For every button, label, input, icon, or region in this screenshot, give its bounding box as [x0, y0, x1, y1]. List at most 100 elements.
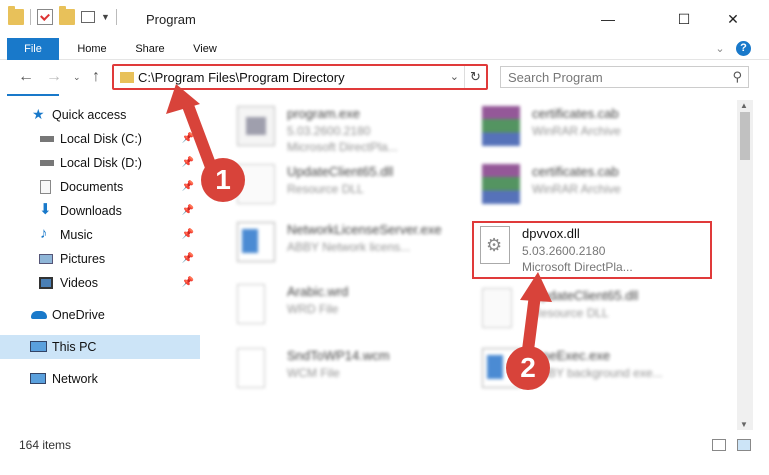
winrar-icon: [482, 106, 520, 146]
file-tile[interactable]: SndToWP14.wcm WCM File: [217, 342, 462, 400]
tab-view[interactable]: View: [182, 38, 228, 60]
back-arrow-icon[interactable]: ←: [18, 68, 34, 86]
file-detail: WCM File: [287, 366, 340, 380]
close-button[interactable]: ✕: [710, 0, 756, 38]
sidebar-item-documents[interactable]: Documents 📌: [0, 175, 200, 199]
download-icon: ⬇: [39, 201, 52, 218]
sidebar-item-label: Local Disk (C:): [60, 132, 142, 146]
sidebar-item-label: OneDrive: [52, 308, 105, 322]
blank-file-icon: [237, 348, 265, 388]
file-name: program.exe: [287, 106, 360, 121]
scroll-thumb[interactable]: [740, 112, 750, 160]
file-tile[interactable]: program.exe 5.03.2600.2180 Microsoft Dir…: [217, 100, 462, 158]
item-count: 164 items: [19, 438, 72, 452]
sidebar-item-downloads[interactable]: ⬇ Downloads 📌: [0, 199, 200, 223]
ribbon-collapse-icon[interactable]: ⌄: [712, 38, 728, 60]
sidebar-item-label: Music: [60, 228, 93, 242]
scroll-up-icon[interactable]: ▲: [740, 101, 748, 110]
file-tile[interactable]: UpdateClient65.dll Resource DLL: [217, 158, 462, 216]
customize-qat-icon[interactable]: [81, 11, 95, 23]
vertical-scrollbar[interactable]: ▲ ▼: [737, 100, 753, 430]
file-tile[interactable]: NetworkLicenseServer.exe ABBY Network li…: [217, 216, 462, 274]
sidebar-item-music[interactable]: ♪ Music 📌: [0, 223, 200, 247]
file-tile[interactable]: Arabic.wrd WRD File: [217, 278, 462, 336]
drive-icon: [40, 160, 54, 166]
refresh-button[interactable]: ↻: [464, 66, 486, 88]
file-name: UpdateClient65.dll: [532, 288, 639, 303]
scroll-down-icon[interactable]: ▼: [740, 420, 748, 429]
file-name: certificates.cab: [532, 164, 619, 179]
blank-file-icon: [237, 284, 265, 324]
pin-icon[interactable]: 📌: [182, 223, 194, 247]
star-icon: ★: [32, 106, 45, 122]
navigation-pane: ★ Quick access Local Disk (C:) 📌 Local D…: [0, 100, 200, 430]
file-detail: 5.03.2600.2180: [287, 124, 371, 138]
sidebar-item-local-disk-c[interactable]: Local Disk (C:) 📌: [0, 127, 200, 151]
chevron-down-icon[interactable]: ▼: [101, 12, 110, 22]
search-placeholder: Search Program: [508, 70, 603, 85]
pin-icon[interactable]: 📌: [182, 247, 194, 271]
tab-home[interactable]: Home: [67, 38, 117, 60]
sidebar-item-pictures[interactable]: Pictures 📌: [0, 247, 200, 271]
sidebar-item-onedrive[interactable]: OneDrive: [0, 303, 200, 327]
file-tile[interactable]: OneExec.exe ABBY background exe...: [462, 342, 707, 400]
window-title: Program: [146, 12, 196, 27]
file-tile[interactable]: certificates.cab WinRAR Archive: [462, 158, 707, 216]
selected-file-highlight: [472, 221, 712, 279]
documents-icon: [40, 180, 51, 194]
file-detail: ABBY background exe...: [532, 366, 663, 380]
properties-icon[interactable]: [37, 9, 53, 25]
search-input[interactable]: Search Program ⚲: [500, 66, 749, 88]
file-detail: Resource DLL: [532, 306, 609, 320]
sidebar-item-this-pc[interactable]: This PC: [0, 335, 200, 359]
pin-icon[interactable]: 📌: [182, 151, 194, 175]
help-icon[interactable]: ?: [736, 41, 751, 56]
sidebar-item-videos[interactable]: Videos 📌: [0, 271, 200, 295]
sidebar-item-label: Videos: [60, 276, 98, 290]
file-detail: WinRAR Archive: [532, 182, 621, 196]
music-icon: ♪: [40, 225, 48, 242]
dll-icon: [482, 288, 512, 328]
file-detail: Microsoft DirectPla...: [287, 140, 398, 154]
videos-icon: [39, 277, 53, 289]
address-dropdown-icon[interactable]: ⌄: [450, 70, 459, 83]
address-bar[interactable]: C:\Program Files\Program Directory ⌄ ↻: [112, 64, 488, 90]
sidebar-item-quick-access[interactable]: ★ Quick access: [0, 103, 200, 127]
details-view-icon[interactable]: [712, 439, 726, 451]
recent-locations-chevron-icon[interactable]: ⌄: [73, 72, 81, 83]
file-name: Arabic.wrd: [287, 284, 349, 299]
tab-share[interactable]: Share: [125, 38, 175, 60]
file-name: NetworkLicenseServer.exe: [287, 222, 442, 237]
pin-icon[interactable]: 📌: [182, 271, 194, 295]
file-detail: WinRAR Archive: [532, 124, 621, 138]
file-tile[interactable]: certificates.cab WinRAR Archive: [462, 100, 707, 158]
search-icon[interactable]: ⚲: [732, 69, 742, 85]
winrar-icon: [482, 164, 520, 204]
address-path[interactable]: C:\Program Files\Program Directory: [138, 70, 345, 85]
sidebar-item-label: This PC: [52, 340, 97, 354]
new-folder-icon[interactable]: [59, 6, 75, 25]
up-arrow-icon[interactable]: ↑: [92, 68, 100, 86]
network-icon: [30, 373, 46, 384]
divider: [30, 9, 31, 25]
file-name: SndToWP14.wcm: [287, 348, 390, 363]
file-detail: ABBY Network licens...: [287, 240, 411, 254]
minimize-button[interactable]: —: [585, 0, 631, 38]
maximize-button[interactable]: ☐: [661, 0, 707, 38]
forward-arrow-icon[interactable]: →: [46, 68, 62, 86]
sidebar-item-label: Network: [52, 372, 98, 386]
divider: [115, 9, 117, 25]
quick-access-toolbar: ▼: [8, 6, 117, 25]
large-icons-view-icon[interactable]: [737, 439, 751, 451]
file-tile[interactable]: UpdateClient65.dll Resource DLL: [462, 282, 707, 340]
sidebar-item-local-disk-d[interactable]: Local Disk (D:) 📌: [0, 151, 200, 175]
sidebar-item-network[interactable]: Network: [0, 367, 200, 391]
title-bar: ▼ Program — ☐ ✕: [0, 0, 769, 38]
file-name: certificates.cab: [532, 106, 619, 121]
cloud-icon: [31, 311, 47, 319]
file-name: UpdateClient65.dll: [287, 164, 394, 179]
status-bar: 164 items: [0, 433, 769, 457]
pin-icon[interactable]: 📌: [182, 127, 194, 151]
pin-icon[interactable]: 📌: [182, 199, 194, 223]
pin-icon[interactable]: 📌: [182, 175, 194, 199]
